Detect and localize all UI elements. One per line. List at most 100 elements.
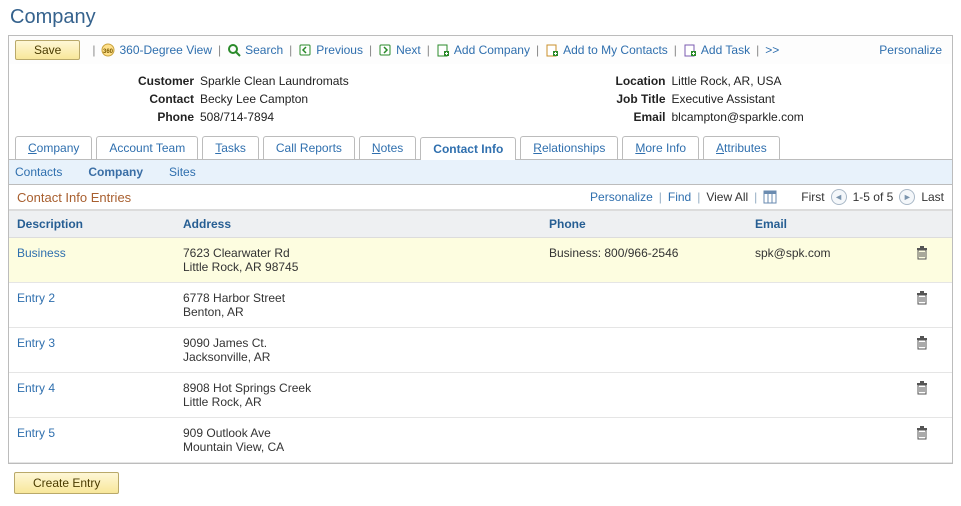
svg-text:360: 360 xyxy=(103,49,114,55)
col-actions xyxy=(892,211,952,238)
pager-prev-icon[interactable]: ◄ xyxy=(831,189,847,205)
phone-label: Phone xyxy=(9,108,200,126)
subtab-sites[interactable]: Sites xyxy=(169,165,196,179)
grid-find-link[interactable]: Find xyxy=(668,190,691,204)
separator: | xyxy=(674,43,677,57)
view360-label: 360-Degree View xyxy=(119,43,212,57)
subtabs-row: Contacts Company Sites xyxy=(9,160,952,185)
row-address: 6778 Harbor StreetBenton, AR xyxy=(175,283,541,328)
table-row: Entry 3 9090 James Ct.Jacksonville, AR xyxy=(9,328,952,373)
tab-relationships[interactable]: Relationships xyxy=(520,136,618,159)
add-task-button[interactable]: Add Task xyxy=(683,43,750,57)
col-address[interactable]: Address xyxy=(175,211,541,238)
row-phone xyxy=(541,418,747,463)
col-email[interactable]: Email xyxy=(747,211,892,238)
previous-label: Previous xyxy=(316,43,363,57)
tabs-row: Company Account Team Tasks Call Reports … xyxy=(9,136,952,160)
customer-value: Sparkle Clean Laundromats xyxy=(200,72,349,90)
tab-more-info[interactable]: More Info xyxy=(622,136,699,159)
row-address: 7623 Clearwater RdLittle Rock, AR 98745 xyxy=(175,238,541,283)
grid-view-all[interactable]: View All xyxy=(706,190,748,204)
tab-tasks[interactable]: Tasks xyxy=(202,136,259,159)
save-button[interactable]: Save xyxy=(15,40,80,60)
view360-button[interactable]: 360 360-Degree View xyxy=(101,43,212,57)
delete-row-icon[interactable] xyxy=(915,426,929,441)
tab-notes[interactable]: Notes xyxy=(359,136,416,159)
add-company-icon xyxy=(436,43,450,57)
grid-personalize-link[interactable]: Personalize xyxy=(590,190,653,204)
add-company-button[interactable]: Add Company xyxy=(436,43,530,57)
row-phone xyxy=(541,328,747,373)
next-label: Next xyxy=(396,43,421,57)
delete-row-icon[interactable] xyxy=(915,291,929,306)
row-description-link[interactable]: Entry 4 xyxy=(17,381,55,395)
row-address: 909 Outlook AveMountain View, CA xyxy=(175,418,541,463)
separator: | xyxy=(218,43,221,57)
row-email xyxy=(747,373,892,418)
separator: | xyxy=(427,43,430,57)
pager-last[interactable]: Last xyxy=(921,190,944,204)
next-button[interactable]: Next xyxy=(378,43,421,57)
row-description-link[interactable]: Entry 2 xyxy=(17,291,55,305)
tab-attributes[interactable]: Attributes xyxy=(703,136,780,159)
add-contacts-icon xyxy=(545,43,559,57)
zoom-grid-icon[interactable] xyxy=(763,190,777,204)
more-actions-label: >> xyxy=(765,43,779,57)
tab-contact-info[interactable]: Contact Info xyxy=(420,137,516,160)
add-my-contacts-button[interactable]: Add to My Contacts xyxy=(545,43,668,57)
table-row: Entry 2 6778 Harbor StreetBenton, AR xyxy=(9,283,952,328)
location-label: Location xyxy=(481,72,672,90)
table-row: Entry 4 8908 Hot Springs CreekLittle Rock… xyxy=(9,373,952,418)
table-row: Business 7623 Clearwater RdLittle Rock, A… xyxy=(9,238,952,283)
tab-company[interactable]: Company xyxy=(15,136,92,159)
subtab-contacts[interactable]: Contacts xyxy=(15,165,62,179)
row-description-link[interactable]: Entry 5 xyxy=(17,426,55,440)
toolbar: Save | 360 360-Degree View | Search | xyxy=(9,36,952,64)
more-actions-button[interactable]: >> xyxy=(765,43,779,57)
pager-next-icon[interactable]: ► xyxy=(899,189,915,205)
email-label: Email xyxy=(481,108,672,126)
row-description-link[interactable]: Business xyxy=(17,246,66,260)
col-description[interactable]: Description xyxy=(9,211,175,238)
page-title: Company xyxy=(10,6,953,29)
search-icon xyxy=(227,43,241,57)
previous-button[interactable]: Previous xyxy=(298,43,363,57)
summary-panel: CustomerSparkle Clean Laundromats Contac… xyxy=(9,64,952,136)
contact-label: Contact xyxy=(9,90,200,108)
create-entry-button[interactable]: Create Entry xyxy=(14,472,119,494)
search-button[interactable]: Search xyxy=(227,43,283,57)
pager-first[interactable]: First xyxy=(801,190,824,204)
grid-header: Contact Info Entries Personalize | Find … xyxy=(9,185,952,210)
row-email xyxy=(747,418,892,463)
add-task-label: Add Task xyxy=(701,43,750,57)
search-label: Search xyxy=(245,43,283,57)
row-address: 8908 Hot Springs CreekLittle Rock, AR xyxy=(175,373,541,418)
separator: | xyxy=(289,43,292,57)
tab-account-team[interactable]: Account Team xyxy=(96,136,198,159)
grid-title: Contact Info Entries xyxy=(17,190,131,205)
add-task-icon xyxy=(683,43,697,57)
table-row: Entry 5 909 Outlook AveMountain View, CA xyxy=(9,418,952,463)
row-description-link[interactable]: Entry 3 xyxy=(17,336,55,350)
delete-row-icon[interactable] xyxy=(915,381,929,396)
pager-range: 1-5 of 5 xyxy=(853,190,894,204)
jobtitle-label: Job Title xyxy=(481,90,672,108)
next-icon xyxy=(378,43,392,57)
add-my-contacts-label: Add to My Contacts xyxy=(563,43,668,57)
customer-label: Customer xyxy=(9,72,200,90)
delete-row-icon[interactable] xyxy=(915,336,929,351)
col-phone[interactable]: Phone xyxy=(541,211,747,238)
row-address: 9090 James Ct.Jacksonville, AR xyxy=(175,328,541,373)
separator: | xyxy=(369,43,372,57)
row-email: spk@spk.com xyxy=(747,238,892,283)
separator: | xyxy=(92,43,95,57)
row-email xyxy=(747,328,892,373)
row-phone: Business: 800/966-2546 xyxy=(541,238,747,283)
contact-value: Becky Lee Campton xyxy=(200,90,308,108)
personalize-link[interactable]: Personalize xyxy=(879,43,946,57)
delete-row-icon[interactable] xyxy=(915,246,929,261)
row-email xyxy=(747,283,892,328)
tab-call-reports[interactable]: Call Reports xyxy=(263,136,355,159)
add-company-label: Add Company xyxy=(454,43,530,57)
subtab-company[interactable]: Company xyxy=(88,165,143,179)
